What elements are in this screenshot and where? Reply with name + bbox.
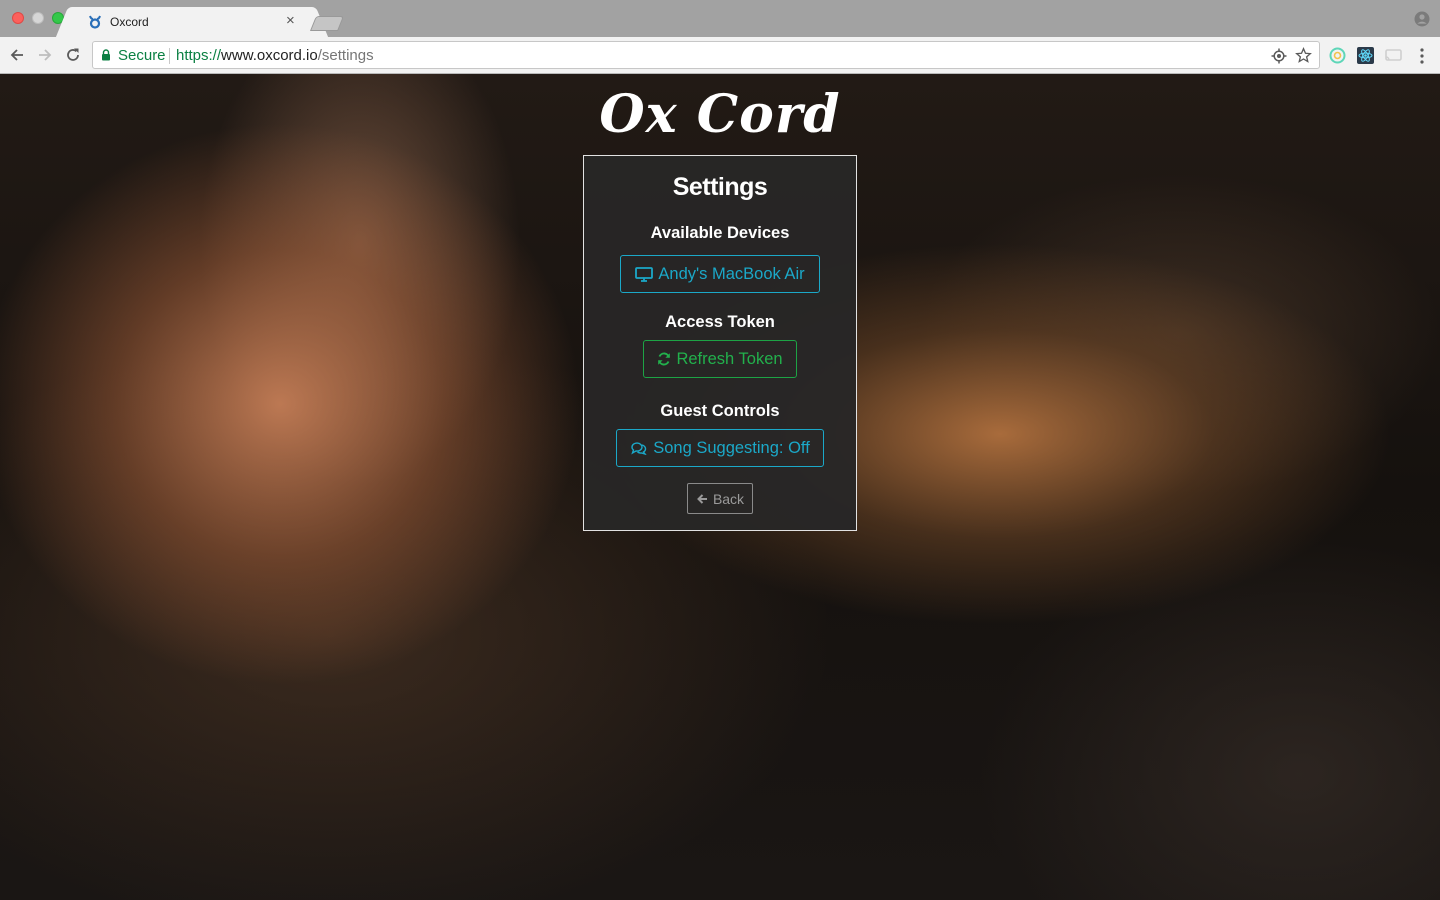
new-tab-button[interactable] (309, 16, 345, 31)
url-host: www.oxcord.io (221, 47, 318, 64)
refresh-icon (658, 352, 671, 366)
reload-icon[interactable] (64, 46, 82, 64)
tab-title: Oxcord (110, 15, 149, 29)
arrow-left-icon (697, 493, 707, 504)
lock-icon (102, 49, 110, 61)
location-icon[interactable] (1271, 48, 1287, 64)
tab-close-icon[interactable]: × (286, 12, 295, 30)
back-arrow-icon[interactable] (8, 46, 26, 64)
oxcord-logo-icon (89, 15, 101, 29)
song-suggesting-label: Song Suggesting: Off (653, 438, 810, 457)
omnibox-divider (169, 48, 170, 64)
access-token-heading: Access Token (665, 313, 775, 331)
forward-arrow-icon[interactable] (36, 46, 54, 64)
profile-icon[interactable] (1414, 11, 1430, 27)
secure-label: Secure (118, 47, 166, 64)
window-minimize-button[interactable] (32, 12, 44, 24)
address-bar[interactable]: Secure https://www.oxcord.io/settings (92, 41, 1320, 69)
react-devtools-icon[interactable] (1357, 47, 1374, 64)
page-viewport: Ox Cord Settings Available Devices Andy'… (0, 74, 1440, 900)
site-logo: Ox Cord (599, 84, 841, 145)
extension-icon[interactable] (1329, 47, 1346, 64)
browser-menu-icon[interactable] (1416, 47, 1428, 65)
song-suggesting-toggle[interactable]: Song Suggesting: Off (616, 429, 824, 467)
comments-icon (631, 442, 647, 455)
refresh-token-label: Refresh Token (676, 349, 783, 368)
available-devices-heading: Available Devices (650, 224, 790, 242)
settings-panel: Settings Available Devices Andy's MacBoo… (583, 155, 857, 531)
url-text: https://www.oxcord.io/settings (176, 47, 374, 64)
back-button[interactable]: Back (687, 483, 753, 514)
settings-title: Settings (672, 173, 768, 201)
browser-titlebar: Oxcord × (0, 0, 1440, 37)
browser-tab-active[interactable]: Oxcord × (72, 7, 312, 37)
back-button-label: Back (712, 490, 745, 507)
window-close-button[interactable] (12, 12, 24, 24)
refresh-token-button[interactable]: Refresh Token (643, 340, 797, 378)
url-path: /settings (317, 47, 374, 64)
device-button[interactable]: Andy's MacBook Air (620, 255, 820, 293)
cast-icon[interactable] (1385, 47, 1402, 64)
browser-toolbar: Secure https://www.oxcord.io/settings (0, 37, 1440, 74)
bookmark-star-icon[interactable] (1295, 47, 1312, 64)
device-button-label: Andy's MacBook Air (658, 264, 805, 283)
guest-controls-heading: Guest Controls (660, 402, 780, 420)
desktop-icon (635, 266, 654, 282)
url-scheme: https:// (176, 47, 222, 64)
